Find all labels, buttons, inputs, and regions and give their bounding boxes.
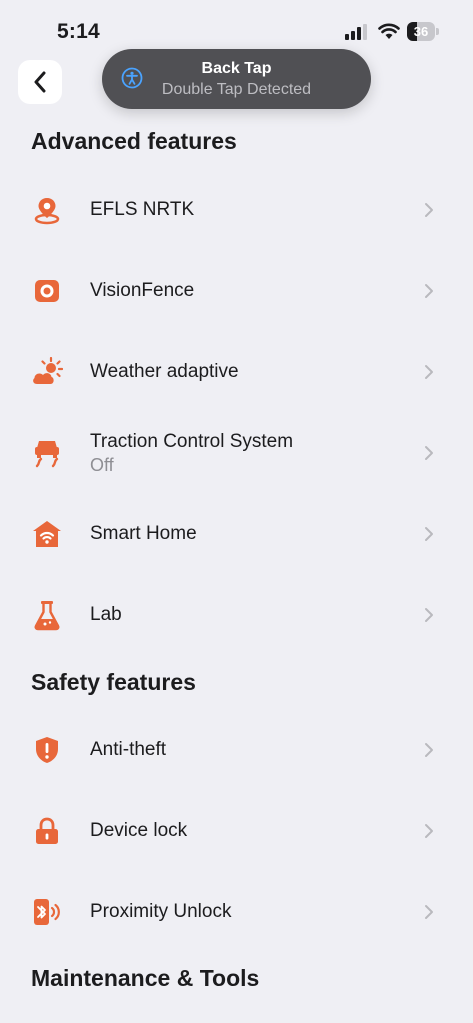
chevron-right-icon bbox=[425, 824, 433, 838]
list-item-sublabel: Off bbox=[90, 455, 114, 475]
chevron-right-icon bbox=[425, 527, 433, 541]
battery-tip bbox=[436, 28, 439, 35]
list-item-label: Anti-theft bbox=[90, 739, 167, 760]
list-item-label: Device lock bbox=[90, 820, 188, 841]
battery-indicator: 36 bbox=[407, 22, 440, 41]
chevron-right-icon bbox=[425, 365, 433, 379]
section-title-safety: Safety features bbox=[31, 669, 196, 695]
back-tap-toast: Back Tap Double Tap Detected bbox=[102, 49, 371, 109]
list-item-visionfence[interactable]: VisionFence bbox=[0, 251, 473, 331]
list-item-lab[interactable]: Lab bbox=[0, 575, 473, 655]
cellular-signal-icon bbox=[345, 24, 367, 40]
section-title-advanced: Advanced features bbox=[31, 128, 237, 154]
list-item-label: EFLS NRTK bbox=[90, 199, 195, 220]
toast-subtitle: Double Tap Detected bbox=[161, 81, 312, 98]
lock-icon bbox=[31, 815, 63, 847]
list-item-anti-theft[interactable]: Anti-theft bbox=[0, 710, 473, 790]
section-title-maintenance: Maintenance & Tools bbox=[31, 965, 260, 991]
traction-icon bbox=[31, 437, 63, 469]
chevron-right-icon bbox=[425, 446, 433, 460]
chevron-right-icon bbox=[425, 203, 433, 217]
chevron-left-icon bbox=[34, 71, 46, 93]
chevron-right-icon bbox=[425, 608, 433, 622]
flask-icon bbox=[31, 599, 63, 631]
list-item-smart-home[interactable]: Smart Home bbox=[0, 494, 473, 574]
list-item-label: Smart Home bbox=[90, 523, 197, 544]
bluetooth-unlock-icon bbox=[31, 896, 63, 928]
list-item-proximity-unlock[interactable]: Proximity Unlock bbox=[0, 872, 473, 952]
list-item-label: Weather adaptive bbox=[90, 361, 239, 382]
shield-alert-icon bbox=[31, 734, 63, 766]
list-item-label: Proximity Unlock bbox=[90, 901, 232, 922]
list-item-label: Traction Control System bbox=[90, 431, 294, 452]
list-item-label: Lab bbox=[90, 604, 122, 625]
toast-title: Back Tap bbox=[201, 60, 272, 77]
chevron-right-icon bbox=[425, 905, 433, 919]
battery-level-text: 36 bbox=[413, 24, 429, 39]
status-time: 5:14 bbox=[57, 20, 100, 43]
home-wifi-icon bbox=[31, 518, 63, 550]
chevron-right-icon bbox=[425, 284, 433, 298]
back-button[interactable] bbox=[18, 60, 62, 104]
status-bar: 5:14 36 bbox=[0, 0, 473, 52]
chevron-right-icon bbox=[425, 743, 433, 757]
list-item-efls-nrtk[interactable]: EFLS NRTK bbox=[0, 170, 473, 250]
list-item-device-lock[interactable]: Device lock bbox=[0, 791, 473, 871]
list-item-weather-adaptive[interactable]: Weather adaptive bbox=[0, 332, 473, 412]
battery-body: 36 bbox=[407, 22, 435, 41]
camera-lens-icon bbox=[31, 275, 63, 307]
sun-cloud-icon bbox=[31, 356, 63, 388]
list-item-label: VisionFence bbox=[90, 280, 195, 301]
location-pin-icon bbox=[31, 194, 63, 226]
list-item-traction-control[interactable]: Traction Control System Off bbox=[0, 413, 473, 493]
wifi-icon bbox=[378, 23, 400, 39]
